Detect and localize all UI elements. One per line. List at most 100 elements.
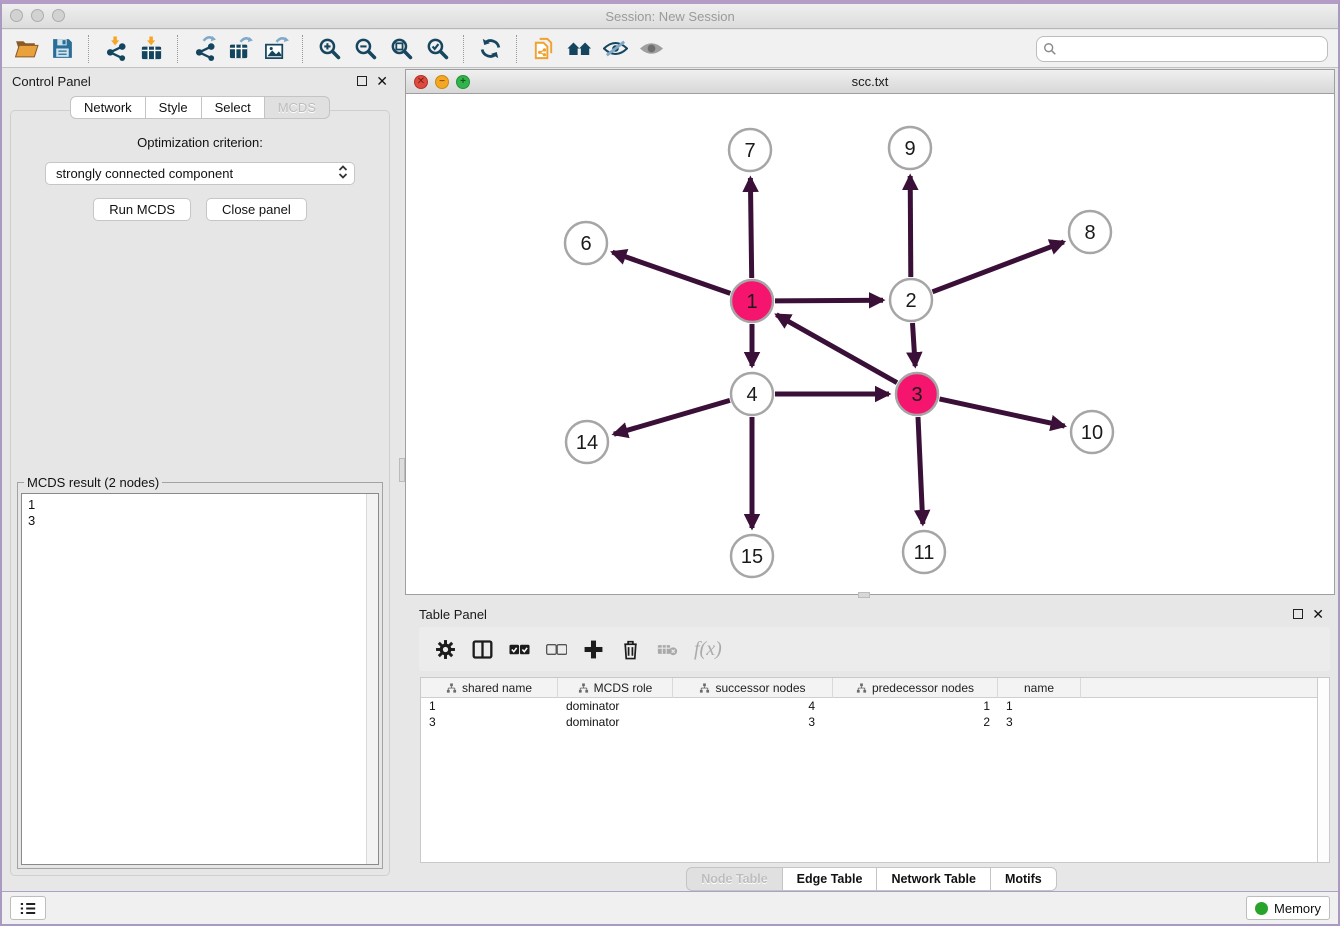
window-controls [10, 9, 65, 22]
zoom-in-icon[interactable] [311, 33, 347, 65]
table-cell[interactable]: 3 [673, 714, 833, 730]
tab-node-table[interactable]: Node Table [686, 867, 782, 891]
import-network-icon[interactable] [97, 33, 133, 65]
export-network-icon[interactable] [186, 33, 222, 65]
table-cell[interactable]: 1 [833, 698, 998, 714]
function-builder-icon[interactable]: f(x) [694, 638, 722, 661]
graph-node-3[interactable]: 3 [896, 373, 938, 415]
table-cell[interactable]: 4 [673, 698, 833, 714]
network-file-icon[interactable] [525, 33, 561, 65]
mcds-result-scrollbar[interactable] [366, 494, 378, 864]
table-row[interactable]: 3dominator323 [421, 714, 1329, 730]
tab-mcds[interactable]: MCDS [265, 96, 330, 119]
tab-network-table[interactable]: Network Table [877, 867, 991, 891]
graph-node-8[interactable]: 8 [1069, 211, 1111, 253]
column-header-MCDS-role[interactable]: MCDS role [558, 678, 673, 698]
tab-motifs[interactable]: Motifs [991, 867, 1057, 891]
graph-edge-2-8[interactable] [933, 242, 1064, 292]
select-all-checkboxes-icon[interactable] [501, 632, 538, 666]
save-session-icon[interactable] [44, 33, 80, 65]
graph-node-11[interactable]: 11 [903, 531, 945, 573]
close-table-panel-icon[interactable]: ✕ [1312, 609, 1324, 619]
graph-node-9[interactable]: 9 [889, 127, 931, 169]
split-pane-grip[interactable] [399, 458, 405, 482]
graph-node-4[interactable]: 4 [731, 373, 773, 415]
graph-edge-1-6[interactable] [612, 252, 730, 293]
column-header-shared-name[interactable]: shared name [421, 678, 558, 698]
svg-text:3: 3 [911, 384, 922, 406]
close-panel-button[interactable]: Close panel [206, 198, 307, 221]
tab-style[interactable]: Style [146, 96, 202, 119]
graph-edge-2-9[interactable] [910, 176, 911, 277]
graph-node-14[interactable]: 14 [566, 421, 608, 463]
refresh-view-icon[interactable] [472, 33, 508, 65]
float-panel-icon[interactable] [357, 76, 367, 86]
network-window-close-icon[interactable]: ✕ [414, 75, 428, 89]
add-column-icon[interactable] [575, 632, 612, 666]
deselect-all-checkboxes-icon[interactable] [538, 632, 575, 666]
first-neighbors-icon[interactable] [561, 33, 597, 65]
import-table-icon[interactable] [133, 33, 169, 65]
column-header-name[interactable]: name [998, 678, 1081, 698]
graph-node-7[interactable]: 7 [729, 129, 771, 171]
close-panel-icon[interactable]: ✕ [376, 76, 388, 86]
table-cell[interactable]: 3 [421, 714, 558, 730]
graph-edge-3-10[interactable] [940, 399, 1065, 426]
export-image-icon[interactable] [258, 33, 294, 65]
graph-node-10[interactable]: 10 [1071, 411, 1113, 453]
tab-edge-table[interactable]: Edge Table [783, 867, 878, 891]
show-column-icon[interactable] [464, 632, 501, 666]
graph-node-1[interactable]: 1 [731, 280, 773, 322]
table-cell[interactable]: 1 [998, 698, 1081, 714]
svg-text:15: 15 [741, 546, 763, 568]
mcds-result-text[interactable]: 1 3 [21, 493, 379, 865]
table-row[interactable]: 1dominator411 [421, 698, 1329, 714]
graph-node-6[interactable]: 6 [565, 222, 607, 264]
table-cell[interactable]: 3 [998, 714, 1081, 730]
maximize-window-button[interactable] [52, 9, 65, 22]
memory-button[interactable]: Memory [1246, 896, 1330, 920]
search-input[interactable] [1036, 36, 1328, 62]
network-window-maximize-icon[interactable]: + [456, 75, 470, 89]
split-pane-handle[interactable] [858, 592, 870, 598]
graph-edge-2-3[interactable] [913, 323, 916, 366]
run-mcds-button[interactable]: Run MCDS [93, 198, 191, 221]
table-cell[interactable]: 2 [833, 714, 998, 730]
open-session-icon[interactable] [8, 33, 44, 65]
column-header-successor-nodes[interactable]: successor nodes [673, 678, 833, 698]
zoom-selected-icon[interactable] [419, 33, 455, 65]
table-panel-header: Table Panel ✕ [405, 601, 1338, 627]
table-options-icon[interactable] [427, 632, 464, 666]
graph-edge-3-1[interactable] [776, 315, 897, 383]
tab-network[interactable]: Network [70, 96, 146, 119]
export-table-icon[interactable] [222, 33, 258, 65]
close-window-button[interactable] [10, 9, 23, 22]
column-header-predecessor-nodes[interactable]: predecessor nodes [833, 678, 998, 698]
memory-status-icon [1255, 902, 1268, 915]
graph-edge-1-7[interactable] [750, 178, 751, 278]
table-cell[interactable]: dominator [558, 698, 673, 714]
table-cell[interactable]: 1 [421, 698, 558, 714]
graph-edge-1-2[interactable] [775, 300, 883, 301]
table-cell[interactable]: dominator [558, 714, 673, 730]
graph-edge-4-14[interactable] [614, 400, 730, 434]
minimize-window-button[interactable] [31, 9, 44, 22]
hide-selected-icon[interactable] [597, 33, 633, 65]
zoom-out-icon[interactable] [347, 33, 383, 65]
criterion-select[interactable]: strongly connected component [45, 162, 355, 185]
tab-select[interactable]: Select [202, 96, 265, 119]
criterion-select-value: strongly connected component [56, 166, 233, 181]
table-scrollbar[interactable] [1317, 678, 1329, 862]
show-all-icon[interactable] [633, 33, 669, 65]
delete-table-icon[interactable] [649, 632, 686, 666]
float-table-panel-icon[interactable] [1293, 609, 1303, 619]
graph-node-2[interactable]: 2 [890, 279, 932, 321]
network-canvas[interactable]: 7 9 6 8 1 2 4 3 14 10 15 11 [406, 94, 1334, 594]
zoom-fit-icon[interactable] [383, 33, 419, 65]
network-window-minimize-icon[interactable]: − [435, 75, 449, 89]
delete-column-icon[interactable] [612, 632, 649, 666]
graph-node-15[interactable]: 15 [731, 535, 773, 577]
graph-edge-3-11[interactable] [918, 417, 923, 524]
task-history-button[interactable] [10, 896, 46, 920]
svg-text:14: 14 [576, 432, 598, 454]
